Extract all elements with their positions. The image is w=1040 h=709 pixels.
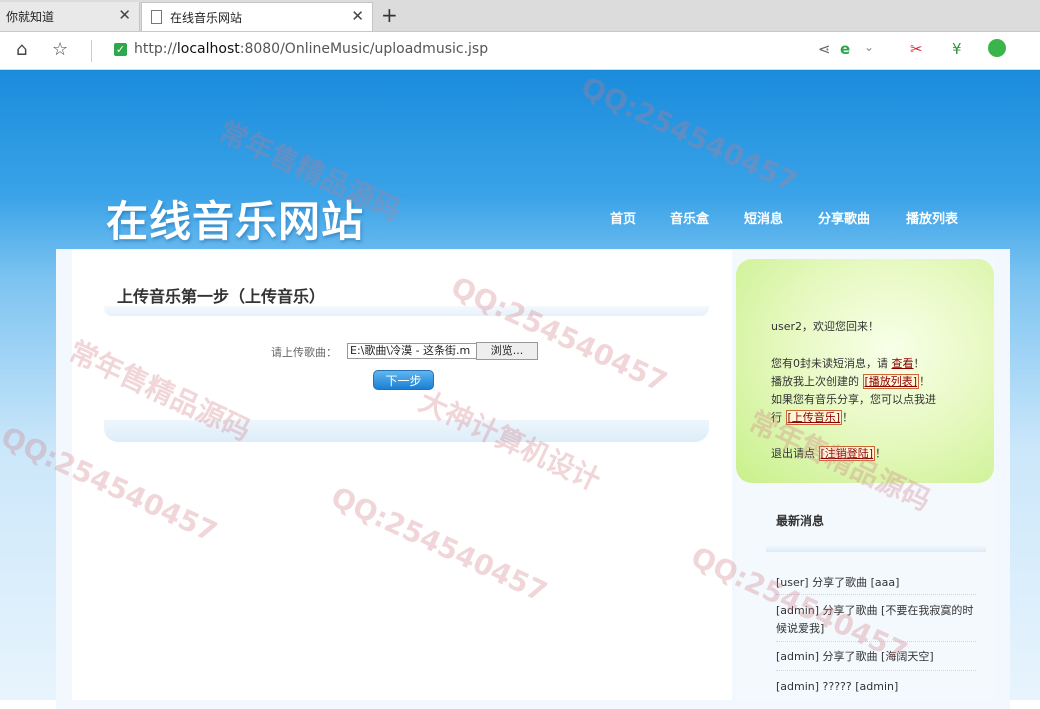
divider: [766, 546, 986, 552]
next-step-button[interactable]: 下一步: [373, 370, 434, 390]
latest-news-title: 最新消息: [776, 514, 825, 528]
share-icon[interactable]: ⋖: [818, 40, 831, 58]
ie-mode-icon[interactable]: e: [840, 40, 850, 58]
playlist-link[interactable]: [播放列表]: [862, 374, 920, 389]
close-icon[interactable]: ✕: [118, 7, 131, 23]
extension-icon[interactable]: [988, 39, 1006, 57]
close-icon[interactable]: ✕: [351, 8, 364, 24]
form-footer: [104, 420, 709, 442]
yen-shield-icon[interactable]: ¥: [952, 40, 962, 58]
upload-label: 请上传歌曲：: [271, 346, 337, 359]
new-tab-button[interactable]: +: [381, 3, 398, 27]
news-item[interactable]: [admin] 分享了歌曲 [海阔天空]: [776, 648, 934, 666]
browse-button[interactable]: 浏览...: [476, 342, 538, 360]
file-path-field[interactable]: E:\歌曲\冷漠 - 这条街.m: [347, 343, 480, 359]
share-hint-text-2: 行 [上传音乐]！: [771, 410, 854, 425]
page-title: 上传音乐第一步（上传音乐）: [117, 287, 326, 306]
divider: [776, 670, 976, 671]
star-icon[interactable]: ☆: [52, 39, 68, 60]
logout-text: 退出请点 [注销登陆]！: [771, 446, 887, 461]
page-icon: [151, 10, 162, 24]
tab-active[interactable]: 在线音乐网站 ✕: [141, 2, 373, 31]
tab-bar: 你就知道 ✕ 在线音乐网站 ✕ +: [0, 0, 1040, 32]
url-input[interactable]: http://localhost:8080/OnlineMusic/upload…: [134, 41, 488, 57]
news-item[interactable]: [user] 分享了歌曲 [aaa]: [776, 574, 899, 592]
nav-share-song[interactable]: 分享歌曲: [818, 208, 870, 227]
tab-inactive[interactable]: 你就知道 ✕: [0, 2, 140, 31]
nav-messages[interactable]: 短消息: [744, 208, 783, 227]
shield-icon: ✓: [114, 43, 127, 56]
nav-playlist[interactable]: 播放列表: [906, 208, 958, 227]
unread-messages-text: 您有0封未读短消息，请 查看！: [771, 357, 925, 370]
site-logo: 在线音乐网站: [106, 197, 365, 246]
view-messages-link[interactable]: 查看: [892, 357, 914, 370]
scissors-icon[interactable]: ✂: [910, 40, 923, 58]
nav-music-box[interactable]: 音乐盒: [670, 208, 709, 227]
chevron-down-icon[interactable]: ⌄: [864, 40, 874, 54]
upload-music-link[interactable]: [上传音乐]: [785, 410, 843, 425]
news-item[interactable]: [admin] ????? [admin]: [776, 678, 898, 696]
nav-home[interactable]: 首页: [610, 208, 636, 227]
divider: [776, 594, 976, 595]
home-icon[interactable]: ⌂: [16, 39, 27, 60]
playlist-text: 播放我上次创建的 [播放列表]！: [771, 374, 931, 389]
address-bar: ⌂ ☆ ✓ http://localhost:8080/OnlineMusic/…: [0, 32, 1040, 70]
tab-title: 你就知道: [6, 10, 55, 24]
divider: [776, 641, 976, 642]
news-item[interactable]: [admin] 分享了歌曲 [不要在我寂寞的时候说爱我]: [776, 602, 976, 638]
tab-title: 在线音乐网站: [170, 11, 243, 25]
divider: [104, 306, 709, 316]
divider: [91, 40, 92, 62]
welcome-text: user2，欢迎您回来！: [771, 320, 879, 333]
logout-link[interactable]: [注销登陆]: [818, 446, 876, 461]
main-panel: [72, 250, 732, 700]
share-hint-text: 如果您有音乐分享，您可以点我进: [771, 393, 936, 406]
